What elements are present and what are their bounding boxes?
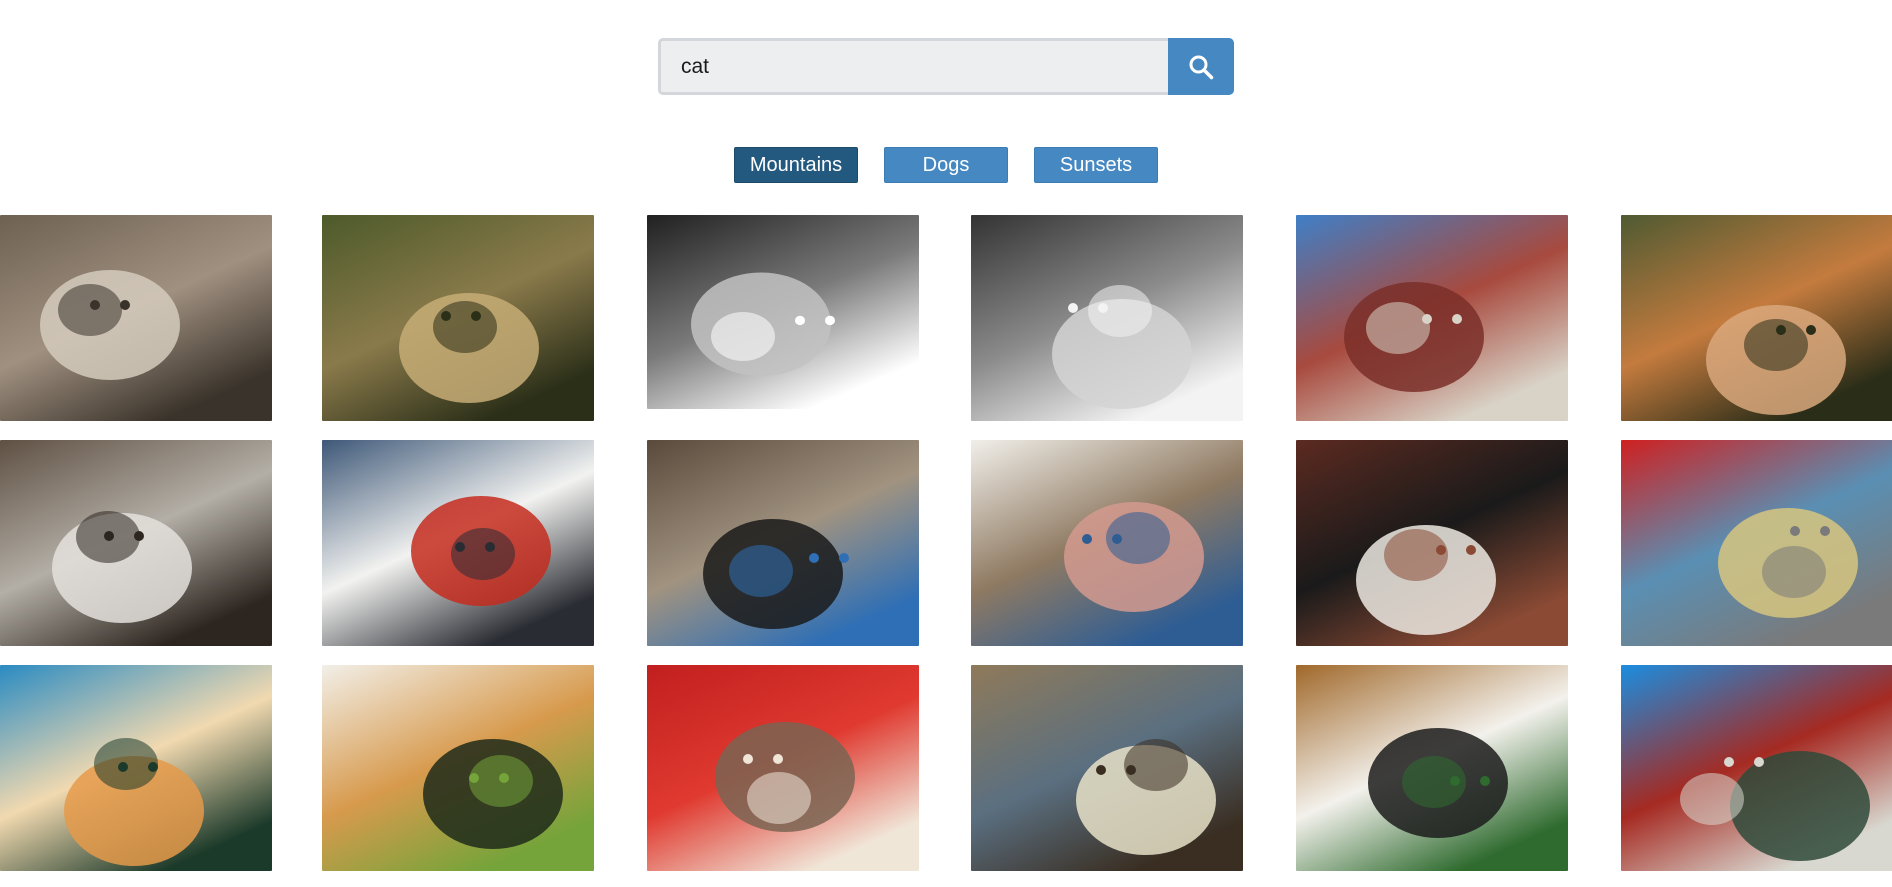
search-input[interactable]: [658, 38, 1168, 95]
image-thumbnail: [0, 215, 272, 421]
image-search-page: Mountains Dogs Sunsets: [0, 0, 1892, 887]
image-result-bw-tabby-walking[interactable]: [971, 215, 1243, 421]
image-result-jaguar-in-forest[interactable]: [322, 215, 594, 421]
category-chip-sunsets[interactable]: Sunsets: [1034, 147, 1158, 183]
image-thumbnail: [1621, 440, 1892, 646]
image-result-white-cat-closeup[interactable]: [971, 440, 1243, 646]
image-thumbnail: [647, 215, 919, 409]
image-thumbnail: [1296, 440, 1568, 646]
image-thumbnail: [0, 665, 272, 871]
image-thumbnail: [647, 440, 919, 646]
image-thumbnail: [322, 665, 594, 871]
image-thumbnail: [971, 440, 1243, 646]
search-button[interactable]: [1168, 38, 1234, 95]
image-result-cat-by-christmas-tree[interactable]: [1296, 665, 1568, 871]
image-result-snow-leopard[interactable]: [0, 440, 272, 646]
image-result-cat-eating-flower[interactable]: [322, 665, 594, 871]
image-thumbnail: [971, 215, 1243, 421]
image-result-bw-cat-in-leaves[interactable]: [647, 215, 919, 409]
image-results-grid: [0, 215, 1892, 887]
image-thumbnail: [1621, 215, 1892, 421]
image-thumbnail: [322, 215, 594, 421]
category-chip-mountains[interactable]: Mountains: [734, 147, 858, 183]
image-thumbnail: [1296, 665, 1568, 871]
image-result-cat-and-bird-on-piano[interactable]: [647, 440, 919, 646]
image-result-red-chair-graffiti-cats[interactable]: [1621, 440, 1892, 646]
image-result-red-victorian-house[interactable]: [1296, 215, 1568, 421]
image-result-boy-monk-with-kitten[interactable]: [1621, 215, 1892, 421]
image-thumbnail: [971, 665, 1243, 871]
image-result-cat-in-window[interactable]: [1296, 440, 1568, 646]
image-result-red-victorian-mansion[interactable]: [1621, 665, 1892, 871]
image-thumbnail: [1296, 215, 1568, 421]
category-chips: Mountains Dogs Sunsets: [0, 147, 1892, 183]
image-result-cat-with-orchids[interactable]: [322, 440, 594, 646]
category-chip-dogs[interactable]: Dogs: [884, 147, 1008, 183]
image-thumbnail: [322, 440, 594, 646]
image-result-cat-under-cloudy-sky[interactable]: [0, 665, 272, 871]
image-thumbnail: [0, 440, 272, 646]
image-result-tabby-persian-cat[interactable]: [0, 215, 272, 421]
image-thumbnail: [1621, 665, 1892, 871]
image-result-cat-in-red-crate[interactable]: [647, 665, 919, 871]
image-result-exotic-cat-on-plate[interactable]: [971, 665, 1243, 871]
image-thumbnail: [647, 665, 919, 871]
search-icon: [1189, 55, 1214, 79]
search-form: [658, 38, 1234, 95]
